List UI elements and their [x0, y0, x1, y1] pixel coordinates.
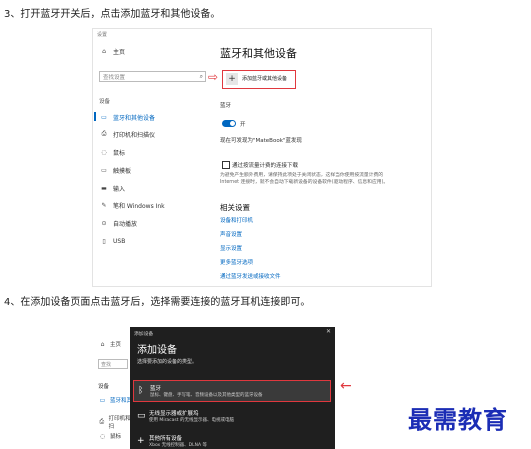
link-more-bluetooth[interactable]: 更多蓝牙选项 — [220, 258, 253, 266]
plus-icon: + — [226, 73, 238, 85]
option-other-devices[interactable]: + 其他所有设备 Xbox 无线控制器、DLNA 等 — [133, 431, 331, 449]
bluetooth-icon: ᛒ — [138, 386, 144, 396]
link-display-settings[interactable]: 显示设置 — [220, 244, 242, 252]
metered-checkbox[interactable] — [222, 161, 230, 169]
printer-icon: ⎙ — [99, 418, 105, 425]
search-icon: ⌕ — [199, 73, 203, 80]
sidebar-item-touchpad[interactable]: ▭ 触摸板 — [99, 165, 131, 175]
search-input[interactable]: 查找设置 ⌕ — [99, 71, 206, 82]
step-4-instruction: 4、在添加设备页面点击蓝牙后，选择需要连接的蓝牙耳机连接即可。 — [4, 297, 311, 308]
plus-icon: + — [137, 436, 145, 446]
bg-home[interactable]: ⌂ 主页 — [98, 340, 121, 349]
mouse-icon: ◌ — [101, 148, 107, 156]
dialog-title: 添加设备 — [134, 332, 154, 337]
keyboard-icon: ▬ — [101, 184, 107, 192]
bg-item-bluetooth[interactable]: ▭ 蓝牙和其 — [98, 396, 132, 405]
metered-description: 为避免产生额外费用，请保持此项处于关闭状态，这样当你使用按流量计费的 Inter… — [220, 173, 389, 185]
bg-section-label: 设备 — [98, 384, 110, 390]
red-arrow-icon: ← — [340, 378, 352, 394]
printer-icon: ⎙ — [101, 130, 107, 137]
window-title: 设置 — [97, 32, 108, 38]
touchpad-icon: ▭ — [101, 166, 107, 174]
dialog-heading: 添加设备 — [137, 345, 177, 356]
link-devices-printers[interactable]: 设备和打印机 — [220, 216, 253, 224]
sidebar-item-usb[interactable]: ▯ USB — [99, 236, 125, 246]
bluetooth-devices-icon: ▭ — [101, 113, 107, 121]
section-label: 设备 — [99, 99, 111, 105]
option-bluetooth[interactable]: ᛒ 蓝牙 鼠标、键盘、手写笔、音频设备以及其他类型的蓝牙设备 — [133, 380, 331, 402]
link-sound-settings[interactable]: 声音设置 — [220, 230, 242, 238]
mouse-icon: ◌ — [99, 432, 106, 440]
bg-item-mouse[interactable]: ◌ 鼠标 — [98, 432, 121, 441]
close-icon[interactable]: ✕ — [326, 328, 331, 335]
selected-indicator — [94, 112, 96, 121]
pen-icon: ✎ — [101, 201, 107, 209]
monitor-icon: ▭ — [137, 411, 146, 421]
background-sidebar: ⌂ 主页 查找 设备 ▭ 蓝牙和其 ⎙ 打印机和扫 ◌ 鼠标 — [92, 322, 132, 449]
add-device-button[interactable]: + 添加蓝牙或其他设备 — [222, 70, 296, 89]
home-icon: ⌂ — [100, 340, 105, 348]
sidebar-item-bluetooth[interactable]: ▭ 蓝牙和其他设备 — [99, 112, 155, 122]
step-3-instruction: 3、打开蓝牙开关后，点击添加蓝牙和其他设备。 — [4, 9, 221, 20]
usb-icon: ▯ — [102, 237, 106, 245]
red-arrow-icon: ⇨ — [208, 70, 219, 84]
home-icon: ⌂ — [102, 47, 106, 55]
related-settings-heading: 相关设置 — [220, 203, 250, 212]
page-title: 蓝牙和其他设备 — [220, 47, 297, 60]
sidebar-item-printers[interactable]: ⎙ 打印机和扫描仪 — [99, 129, 155, 139]
bluetooth-toggle[interactable] — [222, 120, 236, 127]
autoplay-icon: ⊙ — [101, 219, 107, 227]
metered-label: 通过按流量计费的连接下载 — [232, 163, 299, 169]
settings-sidebar: ⌂ 主页 查找设置 ⌕ 设备 ▭ 蓝牙和其他设备 ⎙ 打印机和扫描仪 ◌ 鼠标 … — [93, 39, 211, 284]
dialog-subtitle: 选择要添加的设备的类型。 — [137, 359, 198, 365]
link-send-receive[interactable]: 通过蓝牙发送或接收文件 — [220, 272, 281, 280]
settings-content: 蓝牙和其他设备 + 添加蓝牙或其他设备 蓝牙 开 现在可发现为"MateBook… — [220, 39, 428, 284]
sidebar-home[interactable]: ⌂ 主页 — [99, 46, 125, 56]
discoverable-text: 现在可发现为"MateBook"蓝发现 — [220, 138, 302, 144]
add-device-dialog: 添加设备 ✕ 添加设备 选择要添加的设备的类型。 ᛒ 蓝牙 鼠标、键盘、手写笔、… — [130, 327, 335, 449]
sidebar-item-mouse[interactable]: ◌ 鼠标 — [99, 147, 125, 157]
bg-search-input[interactable]: 查找 — [98, 359, 128, 369]
option-wireless-display[interactable]: ▭ 无线显示器或扩展坞 使用 Miracast 的无线显示器、电视或电脑 — [133, 406, 331, 428]
bg-item-printers[interactable]: ⎙ 打印机和扫 — [98, 414, 132, 430]
settings-screenshot: 设置 ⌂ 主页 查找设置 ⌕ 设备 ▭ 蓝牙和其他设备 ⎙ 打印机和扫描仪 ◌ … — [92, 28, 432, 287]
bluetooth-devices-icon: ▭ — [99, 396, 106, 404]
bluetooth-label: 蓝牙 — [220, 103, 232, 109]
watermark-logo: 最需教育 — [408, 405, 508, 434]
sidebar-item-pen[interactable]: ✎ 笔和 Windows Ink — [99, 200, 164, 210]
toggle-state: 开 — [240, 122, 246, 128]
sidebar-item-input[interactable]: ▬ 输入 — [99, 183, 125, 193]
add-device-screenshot: ⌂ 主页 查找 设备 ▭ 蓝牙和其 ⎙ 打印机和扫 ◌ 鼠标 添加设备 ✕ 添加… — [92, 322, 362, 449]
sidebar-item-autoplay[interactable]: ⊙ 自动播放 — [99, 218, 137, 228]
